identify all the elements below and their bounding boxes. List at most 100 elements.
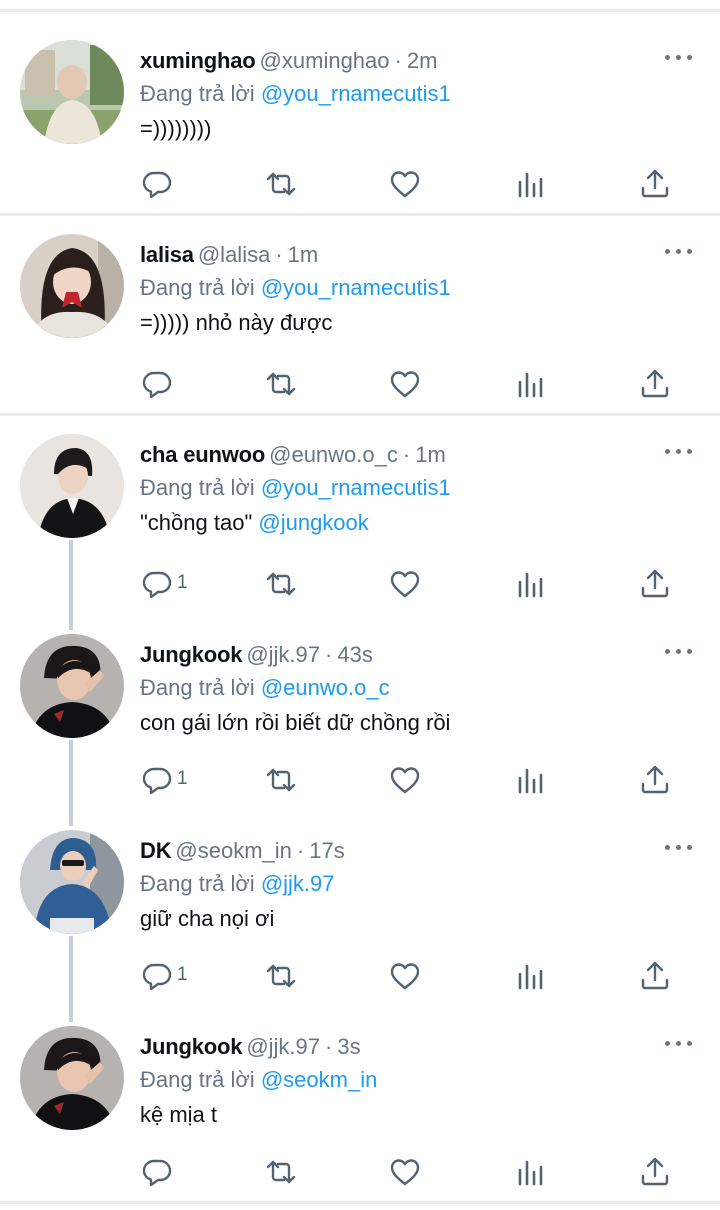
tweet-text-body: giữ cha nọi ơi bbox=[140, 906, 275, 931]
share-button[interactable] bbox=[639, 1152, 671, 1192]
reply-count: 1 bbox=[177, 964, 188, 985]
views-button[interactable] bbox=[515, 164, 547, 204]
user-handle[interactable]: @jjk.97 bbox=[246, 642, 320, 667]
views-button[interactable] bbox=[515, 956, 547, 996]
more-options-icon[interactable] bbox=[665, 244, 693, 258]
tweet[interactable]: cha eunwoo @eunwo.o_c · 1m Đang trả lời @yo… bbox=[0, 434, 720, 614]
replying-to-mention[interactable]: @jjk.97 bbox=[261, 871, 335, 896]
timestamp[interactable]: 2m bbox=[407, 48, 438, 73]
like-button[interactable] bbox=[389, 760, 421, 800]
display-name[interactable]: lalisa bbox=[140, 242, 194, 267]
replying-to-mention[interactable]: @you_rnamecutis1 bbox=[261, 475, 451, 500]
avatar[interactable] bbox=[20, 830, 124, 934]
tweet[interactable]: xuminghao @xuminghao · 2m Đang trả lời @you… bbox=[0, 40, 720, 210]
display-name[interactable]: Jungkook bbox=[140, 642, 243, 667]
retweet-arrows-icon bbox=[265, 168, 297, 200]
retweet-button[interactable] bbox=[265, 364, 297, 404]
views-button[interactable] bbox=[515, 364, 547, 404]
heart-icon bbox=[389, 764, 421, 796]
tweet[interactable]: Jungkook @jjk.97 · 3s Đang trả lời @seokm_i… bbox=[0, 1026, 720, 1196]
more-options-icon[interactable] bbox=[665, 50, 693, 64]
avatar-photo bbox=[20, 1026, 124, 1130]
more-options-icon[interactable] bbox=[665, 444, 693, 458]
share-button[interactable] bbox=[639, 760, 671, 800]
retweet-button[interactable] bbox=[265, 760, 297, 800]
like-button[interactable] bbox=[389, 364, 421, 404]
avatar[interactable] bbox=[20, 234, 124, 338]
share-upload-icon bbox=[639, 168, 671, 200]
replying-to-label: Đang trả lời bbox=[140, 275, 255, 300]
display-name[interactable]: DK bbox=[140, 838, 172, 863]
display-name[interactable]: Jungkook bbox=[140, 1034, 243, 1059]
replying-to: Đang trả lời @you_rnamecutis1 bbox=[140, 79, 451, 109]
tweet[interactable]: lalisa @lalisa · 1m Đang trả lời @you_rname… bbox=[0, 234, 720, 412]
retweet-button[interactable] bbox=[265, 564, 297, 604]
share-upload-icon bbox=[639, 368, 671, 400]
views-button[interactable] bbox=[515, 564, 547, 604]
separator-dot: · bbox=[325, 1034, 333, 1059]
retweet-button[interactable] bbox=[265, 956, 297, 996]
tweet[interactable]: DK @seokm_in · 17s Đang trả lời @jjk.97 giữ… bbox=[0, 830, 720, 1010]
avatar[interactable] bbox=[20, 1026, 124, 1130]
more-options-icon[interactable] bbox=[665, 644, 693, 658]
user-handle[interactable]: @jjk.97 bbox=[246, 1034, 320, 1059]
replying-to-mention[interactable]: @you_rnamecutis1 bbox=[261, 275, 451, 300]
reply-button[interactable] bbox=[141, 364, 173, 404]
reply-button[interactable]: 1 bbox=[141, 760, 188, 800]
user-handle[interactable]: @lalisa bbox=[198, 242, 270, 267]
reply-button[interactable] bbox=[141, 164, 173, 204]
tweet-text: "chồng tao" @jungkook bbox=[140, 507, 369, 539]
avatar[interactable] bbox=[20, 634, 124, 738]
tweet-header: Jungkook @jjk.97 · 43s bbox=[140, 640, 373, 670]
replying-to-mention[interactable]: @eunwo.o_c bbox=[261, 675, 390, 700]
like-button[interactable] bbox=[389, 956, 421, 996]
retweet-arrows-icon bbox=[265, 368, 297, 400]
top-divider bbox=[0, 9, 720, 12]
timestamp[interactable]: 43s bbox=[337, 642, 372, 667]
timestamp[interactable]: 3s bbox=[337, 1034, 360, 1059]
share-button[interactable] bbox=[639, 956, 671, 996]
user-handle[interactable]: @xuminghao bbox=[260, 48, 390, 73]
replying-to-mention[interactable]: @you_rnamecutis1 bbox=[261, 81, 451, 106]
retweet-arrows-icon bbox=[265, 1156, 297, 1188]
speech-bubble-icon bbox=[141, 960, 173, 992]
user-handle[interactable]: @seokm_in bbox=[175, 838, 292, 863]
heart-icon bbox=[389, 568, 421, 600]
user-handle[interactable]: @eunwo.o_c bbox=[269, 442, 398, 467]
like-button[interactable] bbox=[389, 564, 421, 604]
share-button[interactable] bbox=[639, 364, 671, 404]
share-upload-icon bbox=[639, 764, 671, 796]
retweet-button[interactable] bbox=[265, 1152, 297, 1192]
timestamp[interactable]: 1m bbox=[288, 242, 319, 267]
replying-to-mention[interactable]: @seokm_in bbox=[261, 1067, 378, 1092]
reply-button[interactable]: 1 bbox=[141, 564, 188, 604]
tweet-actions: 1 bbox=[0, 760, 720, 800]
avatar[interactable] bbox=[20, 434, 124, 538]
reply-button[interactable] bbox=[141, 1152, 173, 1192]
timestamp[interactable]: 17s bbox=[309, 838, 344, 863]
reply-count: 1 bbox=[177, 768, 188, 789]
display-name[interactable]: xuminghao bbox=[140, 48, 256, 73]
views-button[interactable] bbox=[515, 1152, 547, 1192]
like-button[interactable] bbox=[389, 1152, 421, 1192]
reply-button[interactable]: 1 bbox=[141, 956, 188, 996]
avatar-photo bbox=[20, 234, 124, 338]
avatar[interactable] bbox=[20, 40, 124, 144]
tweet-divider bbox=[0, 213, 720, 216]
more-options-icon[interactable] bbox=[665, 840, 693, 854]
speech-bubble-icon bbox=[141, 568, 173, 600]
tweet-actions: 1 bbox=[0, 564, 720, 604]
share-button[interactable] bbox=[639, 564, 671, 604]
display-name[interactable]: cha eunwoo bbox=[140, 442, 265, 467]
retweet-button[interactable] bbox=[265, 164, 297, 204]
tweet-mention-link[interactable]: @jungkook bbox=[258, 510, 368, 535]
bar-chart-icon bbox=[515, 368, 547, 400]
share-button[interactable] bbox=[639, 164, 671, 204]
views-button[interactable] bbox=[515, 760, 547, 800]
tweet[interactable]: Jungkook @jjk.97 · 43s Đang trả lời @eunwo.… bbox=[0, 634, 720, 814]
bar-chart-icon bbox=[515, 764, 547, 796]
like-button[interactable] bbox=[389, 164, 421, 204]
share-upload-icon bbox=[639, 568, 671, 600]
more-options-icon[interactable] bbox=[665, 1036, 693, 1050]
timestamp[interactable]: 1m bbox=[415, 442, 446, 467]
